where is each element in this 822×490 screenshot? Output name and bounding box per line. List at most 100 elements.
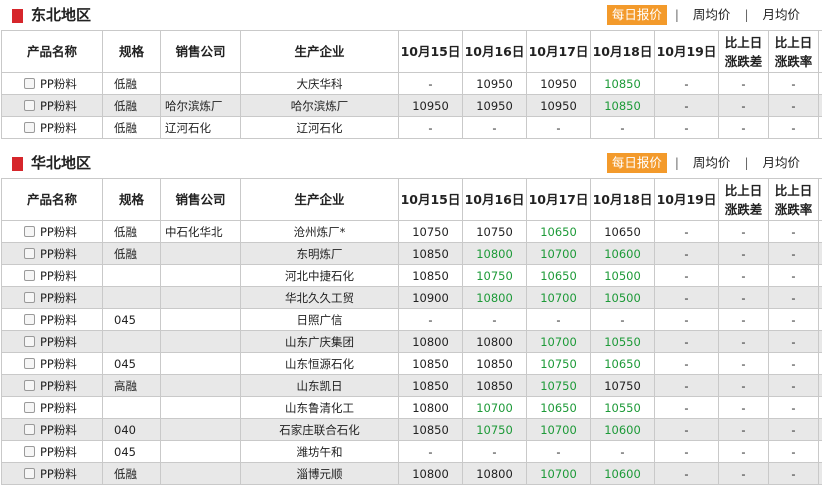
producer-cell: 大庆华科 xyxy=(240,72,399,95)
row-checkbox[interactable] xyxy=(24,379,35,391)
row-checkbox[interactable] xyxy=(24,291,35,303)
sales-company-cell xyxy=(160,440,241,463)
price-cell-date-4: - xyxy=(590,116,655,139)
header-daily-change-rate-line1: 比上日 xyxy=(774,182,813,198)
header-spec: 规格 xyxy=(102,178,161,221)
sales-company-cell: 中石化华北 xyxy=(160,220,241,243)
sales-company-cell: 哈尔滨炼厂 xyxy=(160,94,241,117)
tab-monthly-average[interactable]: 月均价 xyxy=(756,153,806,173)
daily-change-rate-cell: - xyxy=(768,72,819,95)
tab-daily-quote[interactable]: 每日报价 xyxy=(606,5,667,25)
tab-separator: | xyxy=(674,156,679,170)
table-row[interactable]: PP粉料 华北久久工贸 10900 10800 10700 10500- - - xyxy=(1,286,822,309)
table-row[interactable]: PP粉料 045 潍坊午和 - - - - - - - xyxy=(1,440,822,463)
price-cell-date-1: - xyxy=(398,116,463,139)
price-cell-date-1: 10750 xyxy=(398,220,463,243)
price-cell-date-2: 10950 xyxy=(462,94,527,117)
price-cell-date-2: 10750 xyxy=(462,220,527,243)
price-cell-date-4: 10600 xyxy=(590,242,655,265)
row-checkbox[interactable] xyxy=(24,313,35,325)
price-cell-date-2: - xyxy=(462,116,527,139)
table-row[interactable]: PP粉料 低融 中石化华北 沧州炼厂* 10750 10750 10650 10650- - - xyxy=(1,220,822,243)
price-cell-date-1: - xyxy=(398,72,463,95)
tab-weekly-average[interactable]: 周均价 xyxy=(687,153,737,173)
price-cell-date-5: - xyxy=(654,220,719,243)
header-date-3: 10月17日 xyxy=(526,30,591,73)
producer-cell: 淄博元顺 xyxy=(240,462,399,485)
table-row[interactable]: PP粉料 河北中捷石化 10850 10750 10650 10500- - - xyxy=(1,264,822,287)
price-cell-date-2: 10950 xyxy=(462,72,527,95)
price-cell-date-5: - xyxy=(654,418,719,441)
tab-monthly-average[interactable]: 月均价 xyxy=(756,5,806,25)
product-name-cell: PP粉料 xyxy=(1,396,103,419)
tab-weekly-average[interactable]: 周均价 xyxy=(687,5,737,25)
row-checkbox[interactable] xyxy=(24,357,35,369)
table-row[interactable]: PP粉料 山东广庆集团 10800 10800 10700 10550- - - xyxy=(1,330,822,353)
row-checkbox[interactable] xyxy=(24,77,35,89)
table-row[interactable]: PP粉料 山东鲁清化工 10800 10700 10650 10550- - - xyxy=(1,396,822,419)
overflow-cell xyxy=(818,116,822,139)
header-daily-change-rate: 比上日 涨跌率 xyxy=(768,178,819,221)
price-cell-date-2: 10750 xyxy=(462,264,527,287)
price-cell-date-3: - xyxy=(526,440,591,463)
sales-company-cell xyxy=(160,396,241,419)
price-cell-date-3: 10700 xyxy=(526,418,591,441)
spec-cell: 高融 xyxy=(102,374,161,397)
product-name: PP粉料 xyxy=(40,268,77,283)
row-checkbox[interactable] xyxy=(24,269,35,281)
header-overflow-cell xyxy=(818,178,822,221)
producer-cell: 山东广庆集团 xyxy=(240,330,399,353)
spec-cell: 045 xyxy=(102,440,161,463)
price-cell-date-5: - xyxy=(654,330,719,353)
price-cell-date-3: 10650 xyxy=(526,396,591,419)
table-row[interactable]: PP粉料 低融 东明炼厂 10850 10800 10700 10600- - - xyxy=(1,242,822,265)
overflow-cell xyxy=(818,396,822,419)
header-overflow-cell xyxy=(818,30,822,73)
product-name-cell: PP粉料 xyxy=(1,330,103,353)
producer-cell: 哈尔滨炼厂 xyxy=(240,94,399,117)
price-cell-date-3: 10650 xyxy=(526,220,591,243)
row-checkbox[interactable] xyxy=(24,401,35,413)
table-row[interactable]: PP粉料 低融 大庆华科 -10950 10950 10850- - - xyxy=(1,72,822,95)
price-cell-date-2: 10750 xyxy=(462,418,527,441)
table-row[interactable]: PP粉料 低融 淄博元顺 10800 10800 10700 10600- - - xyxy=(1,462,822,485)
daily-change-cell: - xyxy=(718,242,769,265)
table-row[interactable]: PP粉料 040 石家庄联合石化 10850 10750 10700 10600- - - xyxy=(1,418,822,441)
row-checkbox[interactable] xyxy=(24,99,35,111)
price-cell-date-5: - xyxy=(654,242,719,265)
header-daily-change: 比上日 涨跌差 xyxy=(718,178,769,221)
table-row[interactable]: PP粉料 低融 哈尔滨炼厂 哈尔滨炼厂 10950 10950 10950 10850- - - xyxy=(1,94,822,117)
product-name-cell: PP粉料 xyxy=(1,308,103,331)
table-row[interactable]: PP粉料 低融 辽河石化 辽河石化 - - - - - - - xyxy=(1,116,822,139)
table-row[interactable]: PP粉料 高融 山东凯日 10850 10850 10750 10750- - - xyxy=(1,374,822,397)
daily-change-rate-cell: - xyxy=(768,220,819,243)
header-date-2: 10月16日 xyxy=(462,30,527,73)
spec-cell xyxy=(102,396,161,419)
tab-daily-quote[interactable]: 每日报价 xyxy=(606,153,667,173)
table-header-row: 产品名称 规格 销售公司 生产企业 10月15日 10月16日 10月17日 10月18日 10… xyxy=(1,30,822,73)
overflow-cell xyxy=(818,264,822,287)
daily-change-cell: - xyxy=(718,286,769,309)
daily-change-cell: - xyxy=(718,418,769,441)
row-checkbox[interactable] xyxy=(24,247,35,259)
row-checkbox[interactable] xyxy=(24,423,35,435)
producer-cell: 日照广信 xyxy=(240,308,399,331)
daily-change-rate-cell: - xyxy=(768,94,819,117)
table-row[interactable]: PP粉料 045 山东恒源石化 10850 10850 10750 10650- - - xyxy=(1,352,822,375)
spec-cell xyxy=(102,264,161,287)
row-checkbox[interactable] xyxy=(24,121,35,133)
row-checkbox[interactable] xyxy=(24,225,35,237)
row-checkbox[interactable] xyxy=(24,335,35,347)
row-checkbox[interactable] xyxy=(24,467,35,479)
sales-company-cell xyxy=(160,264,241,287)
product-name: PP粉料 xyxy=(40,356,77,371)
overflow-cell xyxy=(818,374,822,397)
price-cell-date-1: 10800 xyxy=(398,396,463,419)
price-cell-date-3: 10700 xyxy=(526,286,591,309)
row-checkbox[interactable] xyxy=(24,445,35,457)
header-daily-change-line1: 比上日 xyxy=(724,182,763,198)
price-table: 产品名称 规格 销售公司 生产企业 10月15日 10月16日 10月17日 10月18日 10… xyxy=(1,30,822,139)
spec-cell xyxy=(102,330,161,353)
table-row[interactable]: PP粉料 045 日照广信 - - - - - - - xyxy=(1,308,822,331)
header-date-3: 10月17日 xyxy=(526,178,591,221)
